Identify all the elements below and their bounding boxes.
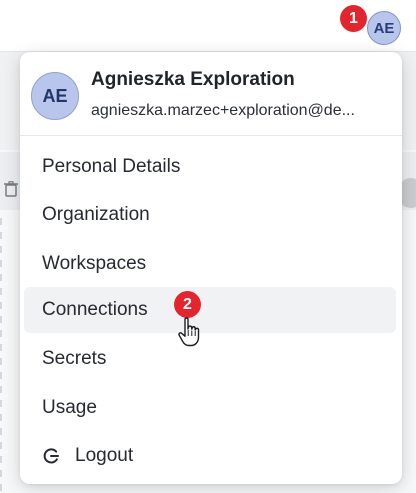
logout-label: Logout xyxy=(75,445,134,466)
menu-item-personal-details[interactable]: Personal Details xyxy=(24,144,396,190)
menu-item-secrets[interactable]: Secrets xyxy=(24,336,396,382)
menu-item-organization[interactable]: Organization xyxy=(24,192,396,238)
avatar: AE xyxy=(31,72,79,120)
screen: AE 1 AE Agnieszka Exploration agnieszka.… xyxy=(0,0,416,493)
user-dropdown-menu: AE Agnieszka Exploration agnieszka.marze… xyxy=(20,52,402,484)
hand-pointer-icon xyxy=(178,317,200,347)
step-badge-2: 2 xyxy=(174,291,201,318)
menu-item-workspaces[interactable]: Workspaces xyxy=(24,241,396,287)
trash-icon xyxy=(4,181,18,197)
logout-icon xyxy=(43,448,59,464)
menu-item-connections[interactable]: Connections xyxy=(24,287,396,333)
menu-item-logout[interactable]: Logout xyxy=(24,433,396,479)
user-name: Agnieszka Exploration xyxy=(91,69,295,90)
user-profile-header: AE Agnieszka Exploration agnieszka.marze… xyxy=(20,52,402,136)
user-email: agnieszka.marzec+exploration@de... xyxy=(91,102,355,119)
step-badge-1: 1 xyxy=(340,5,367,32)
background-gridline xyxy=(0,218,2,493)
menu-item-usage[interactable]: Usage xyxy=(24,385,396,431)
user-avatar-button[interactable]: AE xyxy=(367,11,401,45)
